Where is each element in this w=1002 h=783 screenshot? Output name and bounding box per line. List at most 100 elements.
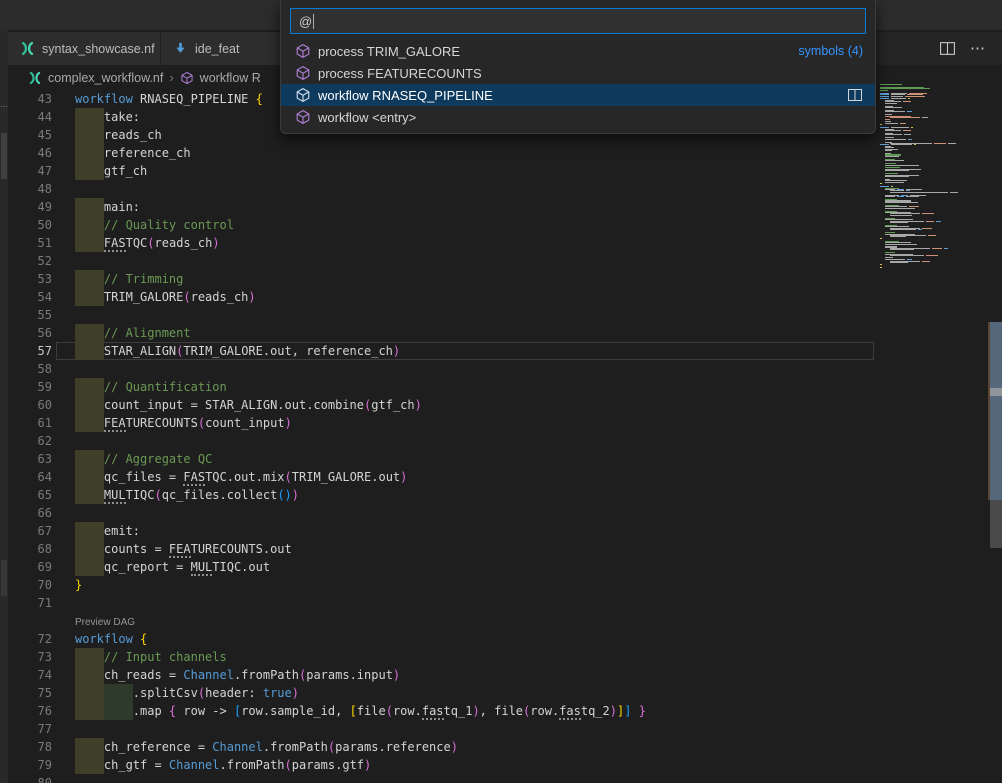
- sidebar-scrollbar-thumb-lower[interactable]: [1, 560, 7, 596]
- quick-pick-item[interactable]: process TRIM_GALOREsymbols (4): [281, 40, 875, 62]
- code-line[interactable]: 55: [8, 306, 1002, 324]
- code-token: FAS: [183, 470, 205, 486]
- code-line[interactable]: 72workflow {: [8, 630, 1002, 648]
- code-token: [75, 488, 104, 502]
- code-token: count_input = STAR_ALIGN.out.combine: [75, 398, 364, 412]
- code-line[interactable]: 60 count_input = STAR_ALIGN.out.combine(…: [8, 396, 1002, 414]
- code-token: (: [147, 236, 154, 250]
- tab-label: syntax_showcase.nf: [42, 42, 155, 56]
- code-token: count_input: [205, 416, 284, 430]
- more-actions-icon[interactable]: ⋯: [970, 44, 986, 54]
- code-token: TQC: [126, 236, 148, 250]
- scrollbar-slider-lower[interactable]: [990, 500, 1002, 548]
- code-token: row.sample_id,: [241, 704, 349, 718]
- code-line[interactable]: 66: [8, 504, 1002, 522]
- code-token: .map: [75, 704, 169, 718]
- line-number: 79: [8, 756, 52, 774]
- editor-scrollbar[interactable]: [988, 90, 1002, 783]
- sidebar-scrollbar-thumb[interactable]: [1, 133, 7, 179]
- line-number: 62: [8, 432, 52, 450]
- code-token: [133, 632, 140, 646]
- symbol-method-icon: [295, 109, 311, 125]
- code-token: .fromPath: [220, 758, 285, 772]
- minimap[interactable]: [878, 84, 958, 644]
- code-line[interactable]: 75 .splitCsv(header: true): [8, 684, 1002, 702]
- code-line[interactable]: 56 // Alignment: [8, 324, 1002, 342]
- quick-pick-item[interactable]: workflow RNASEQ_PIPELINE: [281, 84, 875, 106]
- line-number: 54: [8, 288, 52, 306]
- code-token: ): [610, 704, 617, 718]
- code-line[interactable]: 78 ch_reference = Channel.fromPath(param…: [8, 738, 1002, 756]
- chevron-right-icon: ›: [169, 70, 173, 85]
- split-editor-icon[interactable]: [847, 87, 863, 103]
- code-line[interactable]: 76 .map { row -> [row.sample_id, [file(r…: [8, 702, 1002, 720]
- collapsed-sidebar[interactable]: ...: [0, 30, 8, 783]
- code-token: // Quantification: [75, 380, 227, 394]
- symbol-method-icon: [295, 65, 311, 81]
- line-number: 65: [8, 486, 52, 504]
- line-number: 48: [8, 180, 52, 198]
- quick-pick-item[interactable]: process FEATURECOUNTS: [281, 62, 875, 84]
- line-number: 57: [8, 342, 52, 360]
- line-number: 76: [8, 702, 52, 720]
- code-token: ch_reference =: [75, 740, 212, 754]
- quick-pick-label: process TRIM_GALORE: [318, 44, 460, 59]
- code-line[interactable]: 52: [8, 252, 1002, 270]
- code-token: counts =: [75, 542, 169, 556]
- code-line[interactable]: 57 STAR_ALIGN(TRIM_GALORE.out, reference…: [8, 342, 1002, 360]
- code-editor[interactable]: 43workflow RNASEQ_PIPELINE {44 take:45 r…: [8, 90, 1002, 783]
- code-line[interactable]: 58: [8, 360, 1002, 378]
- code-line[interactable]: 71: [8, 594, 1002, 612]
- code-line[interactable]: 67 emit:: [8, 522, 1002, 540]
- code-token: TQC.out.mix: [205, 470, 284, 484]
- tab-syntax-showcase[interactable]: syntax_showcase.nf: [8, 32, 161, 65]
- code-line[interactable]: 48: [8, 180, 1002, 198]
- codelens-preview-dag[interactable]: Preview DAG: [8, 612, 1002, 630]
- sidebar-overflow-icon: ...: [0, 100, 8, 109]
- code-line[interactable]: 68 counts = FEATURECOUNTS.out: [8, 540, 1002, 558]
- code-token: {: [140, 632, 147, 646]
- code-line[interactable]: 69 qc_report = MULTIQC.out: [8, 558, 1002, 576]
- code-line[interactable]: 80: [8, 774, 1002, 783]
- code-text: STAR_ALIGN(TRIM_GALORE.out, reference_ch…: [75, 342, 400, 360]
- code-line[interactable]: 74 ch_reads = Channel.fromPath(params.in…: [8, 666, 1002, 684]
- code-line[interactable]: 73 // Input channels: [8, 648, 1002, 666]
- code-line[interactable]: 62: [8, 432, 1002, 450]
- code-token: ): [292, 488, 299, 502]
- code-token: qc_files.collect: [162, 488, 278, 502]
- code-line[interactable]: 59 // Quantification: [8, 378, 1002, 396]
- breadcrumb-symbol[interactable]: workflow R: [200, 71, 261, 85]
- quick-pick-item[interactable]: workflow <entry>: [281, 106, 875, 128]
- quick-input-box[interactable]: @: [290, 8, 866, 34]
- quick-pick-label: process FEATURECOUNTS: [318, 66, 482, 81]
- code-token: main:: [75, 200, 140, 214]
- code-line[interactable]: 61 FEATURECOUNTS(count_input): [8, 414, 1002, 432]
- code-token: workflow: [75, 92, 133, 106]
- symbol-method-icon: [295, 43, 311, 59]
- breadcrumb-file[interactable]: complex_workflow.nf: [48, 71, 163, 85]
- code-line[interactable]: 63 // Aggregate QC: [8, 450, 1002, 468]
- code-line[interactable]: 50 // Quality control: [8, 216, 1002, 234]
- code-line[interactable]: 70}: [8, 576, 1002, 594]
- code-token: (: [285, 758, 292, 772]
- code-line[interactable]: 64 qc_files = FASTQC.out.mix(TRIM_GALORE…: [8, 468, 1002, 486]
- quick-input-value: @: [299, 14, 312, 29]
- code-line[interactable]: 46 reference_ch: [8, 144, 1002, 162]
- code-line[interactable]: 79 ch_gtf = Channel.fromPath(params.gtf): [8, 756, 1002, 774]
- code-line[interactable]: 54 TRIM_GALORE(reads_ch): [8, 288, 1002, 306]
- split-editor-icon[interactable]: [939, 40, 956, 57]
- code-token: // Input channels: [75, 650, 227, 664]
- code-line[interactable]: 49 main:: [8, 198, 1002, 216]
- code-line[interactable]: 77: [8, 720, 1002, 738]
- code-line[interactable]: 51 FASTQC(reads_ch): [8, 234, 1002, 252]
- code-token: STAR_ALIGN: [75, 344, 176, 358]
- code-line[interactable]: 47 gtf_ch: [8, 162, 1002, 180]
- line-number: 51: [8, 234, 52, 252]
- code-text: // Input channels: [75, 648, 227, 666]
- code-token: ): [415, 398, 422, 412]
- code-line[interactable]: 53 // Trimming: [8, 270, 1002, 288]
- symbol-method-icon: [295, 87, 311, 103]
- code-text: workflow {: [75, 630, 147, 648]
- code-line[interactable]: 65 MULTIQC(qc_files.collect()): [8, 486, 1002, 504]
- nextflow-icon: [28, 71, 42, 85]
